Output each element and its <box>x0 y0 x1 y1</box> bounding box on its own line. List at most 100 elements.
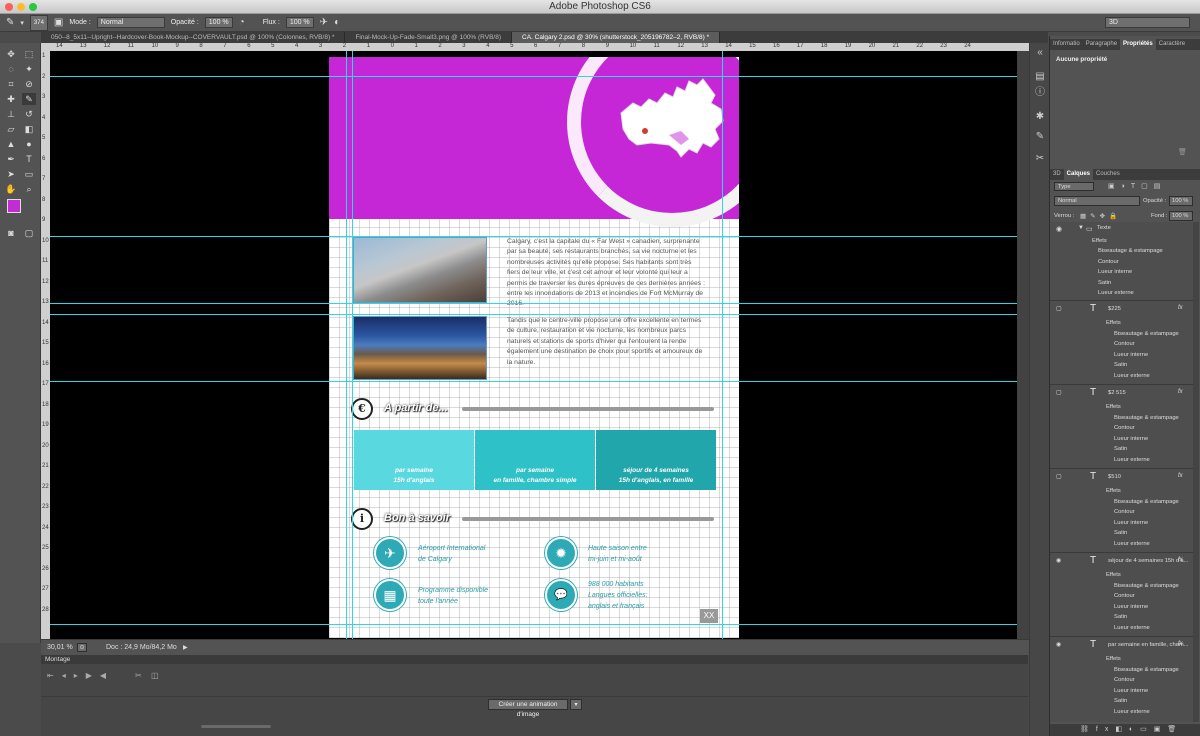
layers-footer-icons[interactable]: ⛓fx◧◐▭▣🗑 <box>1050 724 1200 736</box>
path-select-icon[interactable]: ➤ <box>4 168 18 180</box>
histogram-icon[interactable]: ▤ <box>1034 71 1046 83</box>
eraser-tool-icon[interactable]: ▱ <box>4 123 18 135</box>
eyedropper-tool-icon[interactable]: ⊘ <box>22 78 36 90</box>
document-page[interactable]: Calgary, c'est la capitale du « Far West… <box>329 57 739 638</box>
dock-collapse-icon[interactable]: « <box>1034 47 1046 59</box>
quick-mask-icon[interactable]: ◙ <box>4 227 18 239</box>
marquee-tool-icon[interactable]: ⬚ <box>22 48 36 60</box>
tab-layers[interactable]: Calques <box>1063 169 1094 180</box>
move-tool-icon[interactable]: ✥ <box>4 48 18 60</box>
history-brush-icon[interactable]: ↺ <box>22 108 36 120</box>
visibility-eye-icon[interactable]: ▢ <box>1056 389 1062 396</box>
layer-name[interactable]: $510 <box>1108 474 1121 480</box>
workspace-select[interactable]: 3D <box>1105 17 1190 28</box>
mode-select[interactable]: Normal <box>96 17 165 28</box>
visibility-eye-icon[interactable]: ◉ <box>1056 225 1062 233</box>
adjustments-icon[interactable]: ✱ <box>1034 111 1046 123</box>
layer-group-row[interactable]: ◉ ▼ ▭ Texte <box>1050 225 1196 235</box>
layer-name[interactable]: $225 <box>1108 306 1121 312</box>
blend-mode-select[interactable]: Normal <box>1054 196 1140 206</box>
visibility-eye-icon[interactable]: ▢ <box>1056 473 1062 480</box>
fx-icon[interactable]: fx <box>1178 305 1183 311</box>
minimize-window-button[interactable] <box>17 3 25 11</box>
scissors-icon[interactable]: ✂ <box>135 671 142 680</box>
layer-filter-select[interactable]: Type <box>1054 182 1094 191</box>
text-layer-row[interactable]: ▢ T $225 fx <box>1050 300 1196 316</box>
canvas-area[interactable]: Calgary, c'est la capitale du « Far West… <box>50 51 1029 639</box>
fx-icon[interactable]: fx <box>1178 641 1183 647</box>
blur-tool-icon[interactable]: ▲ <box>4 138 18 150</box>
tab-character[interactable]: Caractère <box>1156 39 1188 50</box>
export-icon[interactable]: ⊙ <box>77 643 87 652</box>
guide-line[interactable] <box>50 236 1017 237</box>
layers-list[interactable]: ◉ ▼ ▭ Texte Effets Biseautage & estampag… <box>1050 222 1196 722</box>
transition-icon[interactable]: ◫ <box>151 671 159 680</box>
vertical-scrollbar[interactable] <box>1017 51 1029 639</box>
doc-tab-1[interactable]: 050--8_5x11--Upright--Hardcover-Book-Moc… <box>41 32 346 43</box>
layer-name[interactable]: séjour de 4 semaines 15h d'a... <box>1108 558 1188 564</box>
guide-line[interactable] <box>50 624 1017 625</box>
guide-line[interactable] <box>50 303 1017 304</box>
crop-tool-icon[interactable]: ⌗ <box>4 78 18 90</box>
brush-presets-icon[interactable]: ✎ <box>1034 131 1046 143</box>
visibility-eye-icon[interactable]: ◉ <box>1056 641 1061 648</box>
pen-tool-icon[interactable]: ✒ <box>4 153 18 165</box>
guide-line[interactable] <box>50 76 1017 77</box>
info-panel-icon[interactable]: ⓘ <box>1034 87 1046 99</box>
tab-3d[interactable]: 3D <box>1050 169 1064 180</box>
layer-filter-icons[interactable]: ▣◑T▢▤ <box>1108 182 1166 190</box>
fill-input[interactable]: 100 % <box>1169 211 1193 221</box>
tools-preset-icon[interactable]: ✂ <box>1034 153 1046 165</box>
layer-opacity-input[interactable]: 100 % <box>1169 196 1193 206</box>
zoom-window-button[interactable] <box>29 3 37 11</box>
shape-tool-icon[interactable]: ▭ <box>22 168 36 180</box>
text-layer-row[interactable]: ◉ Tséjour de 4 semaines 15h d'a... fx <box>1050 552 1196 568</box>
lock-icons[interactable]: ▦✎✥🔒 <box>1080 212 1121 220</box>
text-layer-row[interactable]: ▢ T $510 fx <box>1050 468 1196 484</box>
brush-tool-icon[interactable]: ✎ <box>6 17 14 28</box>
guide-line[interactable] <box>50 314 1017 315</box>
tab-channels[interactable]: Couches <box>1093 169 1123 180</box>
tab-paragraph[interactable]: Paragraphe <box>1083 39 1120 50</box>
guide-line[interactable] <box>346 51 347 639</box>
doc-tab-2[interactable]: Final-Mock-Up-Fade-Small3.png @ 100% (RV… <box>345 32 513 43</box>
quick-select-tool-icon[interactable]: ✦ <box>22 63 36 75</box>
tab-properties[interactable]: Propriétés <box>1120 39 1156 50</box>
pressure-size-icon[interactable]: ◐ <box>334 17 340 28</box>
layer-name[interactable]: $2 515 <box>1108 390 1126 396</box>
layers-scrollbar[interactable] <box>1193 222 1199 722</box>
text-layer-row[interactable]: ▢ T $2 515 fx <box>1050 384 1196 400</box>
tool-preset-chevron-icon[interactable]: ▾ <box>20 19 24 27</box>
create-animation-button[interactable]: Créer une animation d'image <box>488 699 568 718</box>
hand-tool-icon[interactable]: ✋ <box>4 183 18 195</box>
timeline-zoom-slider[interactable] <box>201 725 271 728</box>
lasso-tool-icon[interactable]: ◌ <box>4 63 18 75</box>
brush-size-picker[interactable]: 374 <box>29 14 48 31</box>
flow-input[interactable]: 100 % <box>285 17 314 28</box>
doc-tab-3[interactable]: CA. Calgary 2.psd @ 30% (shutterstock_20… <box>512 32 721 43</box>
trash-icon[interactable]: 🗑 <box>1178 148 1187 156</box>
tab-info[interactable]: Informatio <box>1050 39 1083 50</box>
disclosure-triangle-icon[interactable]: ▼ <box>1078 225 1084 231</box>
guide-line[interactable] <box>50 381 1017 382</box>
zoom-readout[interactable]: 30,01 % <box>47 640 73 656</box>
playback-controls-icon[interactable]: ⇤◂▸▶◀ <box>47 671 114 680</box>
visibility-eye-icon[interactable]: ◉ <box>1056 557 1061 564</box>
zoom-tool-icon[interactable]: ⌕ <box>22 183 36 195</box>
pressure-opacity-icon[interactable]: ◔ <box>239 17 245 28</box>
brush-tool-active-icon[interactable]: ✎ <box>22 93 36 105</box>
brush-panel-icon[interactable]: ▣ <box>54 17 63 28</box>
fx-icon[interactable]: fx <box>1178 557 1183 563</box>
text-layer-row[interactable]: ◉ Tpar semaine en famille, cham... fx <box>1050 636 1196 652</box>
stamp-tool-icon[interactable]: ⊥ <box>4 108 18 120</box>
paint-bucket-icon[interactable]: ◧ <box>22 123 36 135</box>
airbrush-icon[interactable]: ✈ <box>320 17 328 28</box>
guide-line[interactable] <box>352 51 353 639</box>
foreground-color-swatch[interactable] <box>7 199 21 213</box>
screen-mode-icon[interactable]: ▢ <box>22 227 36 239</box>
fx-icon[interactable]: fx <box>1178 389 1183 395</box>
healing-tool-icon[interactable]: ✚ <box>4 93 18 105</box>
layer-name[interactable]: par semaine en famille, cham... <box>1108 642 1189 648</box>
visibility-eye-icon[interactable]: ▢ <box>1056 305 1062 312</box>
guide-line[interactable] <box>722 51 723 639</box>
